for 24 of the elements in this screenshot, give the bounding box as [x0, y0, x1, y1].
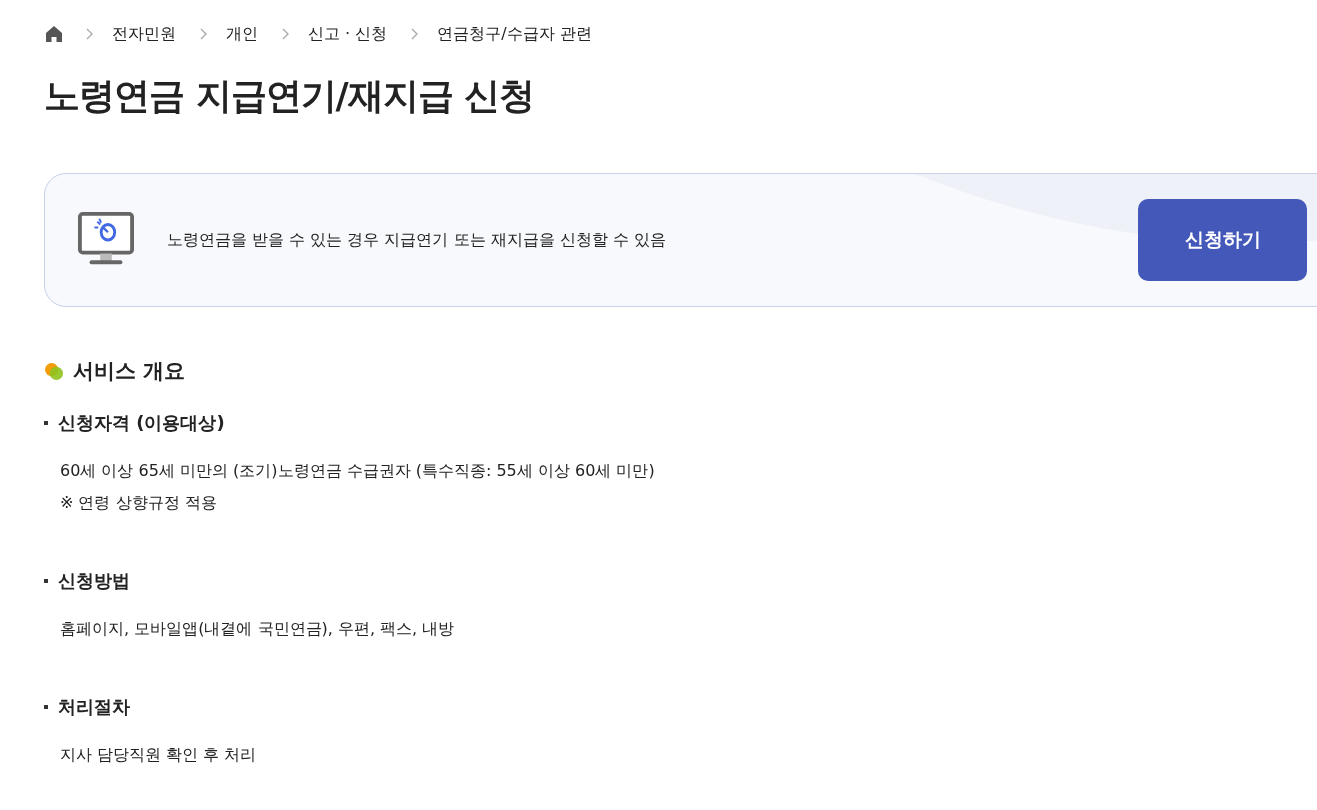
breadcrumb-link[interactable]: 신고 · 신청 [308, 23, 388, 45]
body-text: 60세 이상 65세 미만의 (조기)노령연금 수급권자 (특수직종: 55세 이상 60세 미만) [60, 460, 656, 482]
section-dot-icon [44, 361, 65, 381]
body-text: ※ 연령 상향규정 적용 [60, 492, 218, 514]
body-text: 홈페이지, 모바일앱(내곁에 국민연금), 우편, 팩스, 내방 [60, 618, 456, 640]
bullet-icon [44, 579, 48, 583]
breadcrumb-link[interactable]: 전자민원 [112, 23, 176, 45]
subsection-heading: 신청자격 (이용대상) [58, 411, 225, 435]
chevron-icon [282, 28, 290, 40]
subsection-heading: 신청방법 [58, 569, 130, 593]
chevron-icon [411, 28, 420, 40]
section-heading: 서비스 개요 [73, 358, 186, 385]
chevron-icon [200, 28, 208, 40]
apply-button[interactable]: 신청하기 [1138, 199, 1307, 281]
body-text: 지사 담당직원 확인 후 처리 [60, 744, 258, 766]
page-title: 노령연금 지급연기/재지급 신청 [44, 74, 536, 118]
subsection-heading: 처리절차 [58, 695, 130, 719]
bullet-icon [44, 421, 48, 425]
service-description: 노령연금을 받을 수 있는 경우 지급연기 또는 재지급을 신청할 수 있음 [167, 229, 667, 251]
chevron-icon [86, 28, 94, 40]
breadcrumb-link[interactable]: 개인 [226, 23, 258, 45]
breadcrumb-link[interactable]: 연금청구/수급자 관련 [437, 23, 592, 45]
home-icon[interactable] [44, 24, 64, 44]
bullet-icon [44, 705, 48, 709]
